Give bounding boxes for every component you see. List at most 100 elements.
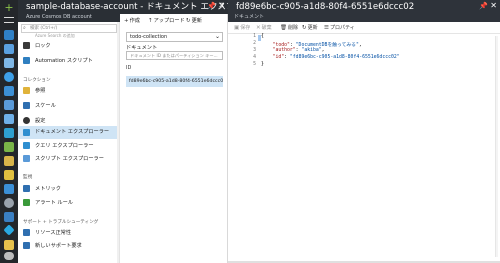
- settings-icon[interactable]: [4, 198, 14, 208]
- add-icon: +: [124, 18, 129, 24]
- document-list-toolbar: +作成 ↑アップロード ↻更新: [120, 14, 228, 28]
- browse-icon: [23, 87, 30, 94]
- support-request-icon: [23, 242, 30, 249]
- settings-icon: [23, 117, 30, 124]
- pin-icon[interactable]: 📌: [207, 2, 216, 10]
- metrics-icon: [23, 185, 30, 192]
- code-line: "author": "akiba",: [272, 48, 325, 53]
- menu-item-lock[interactable]: ロック: [18, 40, 119, 52]
- document-editor-toolbar: ▣保存 ✕破棄 🗑削除 ↻更新 ☰プロパティ: [228, 22, 500, 34]
- script-explorer-icon: [23, 155, 30, 162]
- section-monitoring: 監視: [23, 175, 33, 180]
- resource-health-icon: [23, 229, 30, 236]
- menu-item-browse[interactable]: 参照: [18, 85, 119, 97]
- chevron-down-icon: ⌄: [214, 33, 220, 40]
- save-button[interactable]: ▣保存: [234, 22, 250, 34]
- document-filter-input[interactable]: ドキュメント ID またはパーティション キー...: [126, 51, 223, 60]
- code-line: {: [261, 34, 264, 39]
- code-line: "id": "fd89e6bc-c905-a1d8-80f4-6551e6dcc…: [272, 55, 400, 60]
- id-column-header: ID: [126, 65, 132, 71]
- menu-item-document-explorer[interactable]: ドキュメント エクスプローラー: [18, 126, 119, 139]
- lightning-icon[interactable]: [4, 184, 14, 194]
- menu-scrollbar[interactable]: [117, 22, 119, 263]
- right-blade-header: fd89e6bc-c905-a1d8-80f4-6551e6dccc02 📌 ✕: [228, 0, 500, 14]
- refresh-button[interactable]: ↻更新: [186, 14, 202, 28]
- line-number: 4: [253, 55, 256, 60]
- document-list-blade: +作成 ↑アップロード ↻更新 todo-collection ⌄ ドキュメント…: [120, 14, 228, 263]
- line-number-gutter: 1 2 3 4 5: [228, 34, 258, 259]
- code-icon[interactable]: [4, 156, 14, 166]
- menu-item-query-explorer[interactable]: クエリ エクスプローラー: [18, 140, 119, 152]
- refresh-icon: ↻: [302, 25, 307, 31]
- right-blade-title: fd89e6bc-c905-a1d8-80f4-6551e6dccc02: [236, 2, 415, 12]
- upload-button[interactable]: ↑アップロード: [148, 14, 185, 28]
- lock-icon: [23, 42, 30, 49]
- diamond-icon[interactable]: [3, 224, 15, 236]
- icon-rail: +: [0, 0, 18, 263]
- automation-script-icon: [23, 57, 30, 64]
- save-icon: ▣: [234, 25, 240, 31]
- resource-menu: ⌕ 検索 (Ctrl+/) Azure Search の追加 ロック Autom…: [18, 22, 120, 263]
- menu-item-faded[interactable]: Azure Search の追加: [18, 33, 119, 39]
- properties-button[interactable]: ☰プロパティ: [324, 22, 355, 34]
- editor-scrollbar[interactable]: [495, 36, 498, 257]
- scale-icon: [23, 102, 30, 109]
- left-blade-subtitle: Azure Cosmos DB account: [26, 14, 92, 20]
- resource-group-icon[interactable]: [4, 58, 14, 68]
- menu-search-placeholder: 検索 (Ctrl+/): [30, 26, 58, 31]
- menu-item-scale[interactable]: スケール: [18, 100, 119, 112]
- code-line: "todo": "DocumentDBを触ってみる",: [272, 43, 362, 48]
- line-number: 1: [253, 34, 256, 39]
- upload-icon: ↑: [148, 18, 153, 24]
- database-icon[interactable]: [4, 86, 14, 96]
- code-line: }: [261, 62, 264, 67]
- documents-label: ドキュメント: [126, 45, 158, 51]
- document-row[interactable]: fd89e6bc-c905-a1d8-80f4-6551e6dccc02: [126, 76, 223, 87]
- close-icon[interactable]: ✕: [218, 1, 225, 10]
- line-number: 3: [253, 48, 256, 53]
- dashboard-icon[interactable]: [4, 30, 14, 40]
- add-icon[interactable]: +: [4, 2, 14, 13]
- alert-rules-icon: [23, 199, 30, 206]
- collection-select[interactable]: todo-collection ⌄: [126, 32, 223, 42]
- right-blade-subtitle-bar: ドキュメント: [228, 14, 500, 22]
- shield-icon[interactable]: [4, 212, 14, 222]
- delete-icon: 🗑: [280, 25, 287, 31]
- line-number: 5: [253, 62, 256, 67]
- menu-search-input[interactable]: ⌕ 検索 (Ctrl+/): [21, 24, 117, 33]
- json-editor[interactable]: 1 2 3 4 5 { "todo": "DocumentDBを触ってみる", …: [228, 34, 500, 259]
- refresh-icon: ↻: [186, 18, 191, 24]
- left-blade-header: sample-database-account - ドキュメント エクスプ...…: [18, 0, 243, 14]
- query-explorer-icon: [23, 142, 30, 149]
- globe-icon[interactable]: [4, 72, 14, 82]
- all-resources-icon[interactable]: [4, 44, 14, 54]
- menu-icon[interactable]: [4, 17, 14, 23]
- menu-item-script-explorer[interactable]: スクリプト エクスプローラー: [18, 153, 119, 165]
- pin-icon[interactable]: 📌: [479, 2, 488, 10]
- line-number: 2: [253, 41, 256, 46]
- key-icon[interactable]: [4, 170, 14, 180]
- menu-item-alert-rules[interactable]: アラート ルール: [18, 197, 119, 209]
- right-blade-subtitle: ドキュメント: [234, 14, 265, 20]
- server-icon[interactable]: [4, 100, 14, 110]
- menu-item-metrics[interactable]: メトリック: [18, 183, 119, 195]
- monitor-icon[interactable]: [4, 114, 14, 124]
- menu-item-new-support-request[interactable]: 新しいサポート要求: [18, 240, 119, 252]
- document-explorer-icon: [23, 129, 30, 136]
- storage-icon[interactable]: [4, 142, 14, 152]
- section-collections: コレクション: [23, 78, 51, 83]
- network-icon[interactable]: [4, 128, 14, 138]
- discard-button[interactable]: ✕破棄: [256, 22, 272, 34]
- discard-icon: ✕: [256, 25, 261, 31]
- menu-item-resource-health[interactable]: リソース正常性: [18, 227, 119, 239]
- close-icon[interactable]: ✕: [490, 1, 497, 10]
- properties-icon: ☰: [324, 25, 329, 31]
- create-button[interactable]: +作成: [124, 14, 140, 28]
- delete-button[interactable]: 🗑削除: [280, 22, 298, 34]
- refresh-button[interactable]: ↻更新: [302, 22, 318, 34]
- help-icon[interactable]: [4, 252, 14, 260]
- document-editor-blade: ドキュメント ▣保存 ✕破棄 🗑削除 ↻更新 ☰プロパティ 1 2 3 4 5 …: [228, 14, 500, 263]
- lock-icon[interactable]: [4, 240, 14, 250]
- menu-item-automation-script[interactable]: Automation スクリプト: [18, 55, 119, 67]
- left-blade-subtitle-bar: Azure Cosmos DB account: [18, 14, 120, 22]
